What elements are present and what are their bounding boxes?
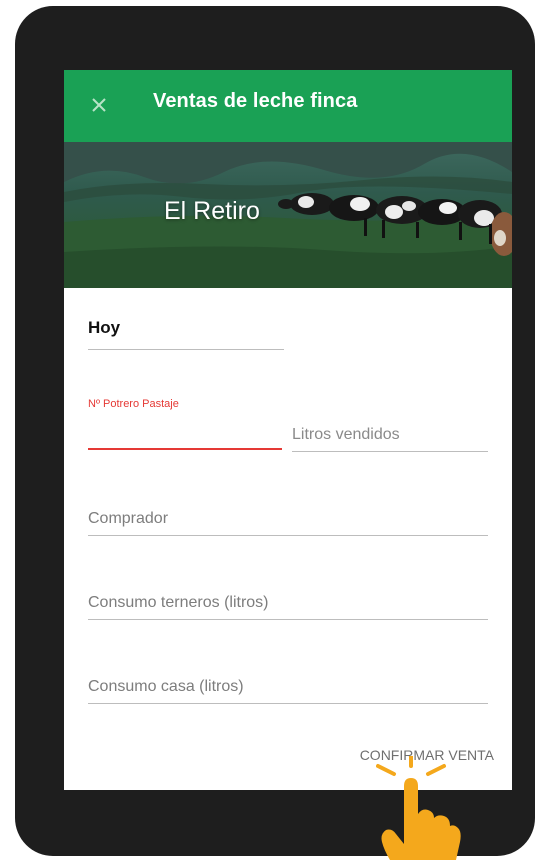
app-screen: Ventas de leche finca El Retiro Hoy Nº P… (64, 70, 512, 790)
comprador-input[interactable] (88, 510, 488, 528)
casa-underline (88, 703, 488, 704)
potrero-input[interactable] (88, 424, 282, 442)
farm-name: El Retiro (164, 197, 260, 225)
casa-input[interactable] (88, 678, 488, 696)
app-bar-title: Ventas de leche finca (153, 90, 358, 112)
date-field[interactable] (88, 318, 284, 350)
date-underline (88, 349, 284, 350)
cows-pasture-image (64, 142, 512, 288)
close-icon[interactable] (88, 94, 110, 116)
casa-field[interactable] (88, 678, 488, 704)
litros-underline (292, 451, 488, 452)
farm-banner-image: El Retiro (64, 142, 512, 288)
tap-hand-icon (376, 756, 461, 860)
potrero-label: Nº Potrero Pastaje (88, 398, 179, 410)
terneros-field[interactable] (88, 594, 488, 620)
sale-form: Nº Potrero Pastaje CONFIRMAR VENTA (64, 288, 512, 790)
litros-input[interactable] (292, 426, 488, 444)
potrero-field[interactable]: Nº Potrero Pastaje (88, 398, 282, 450)
date-input[interactable] (88, 318, 284, 338)
comprador-underline (88, 535, 488, 536)
litros-field[interactable] (292, 426, 488, 452)
terneros-underline (88, 619, 488, 620)
potrero-underline (88, 448, 282, 450)
terneros-input[interactable] (88, 594, 488, 612)
comprador-field[interactable] (88, 510, 488, 536)
app-bar: Ventas de leche finca (64, 70, 512, 142)
